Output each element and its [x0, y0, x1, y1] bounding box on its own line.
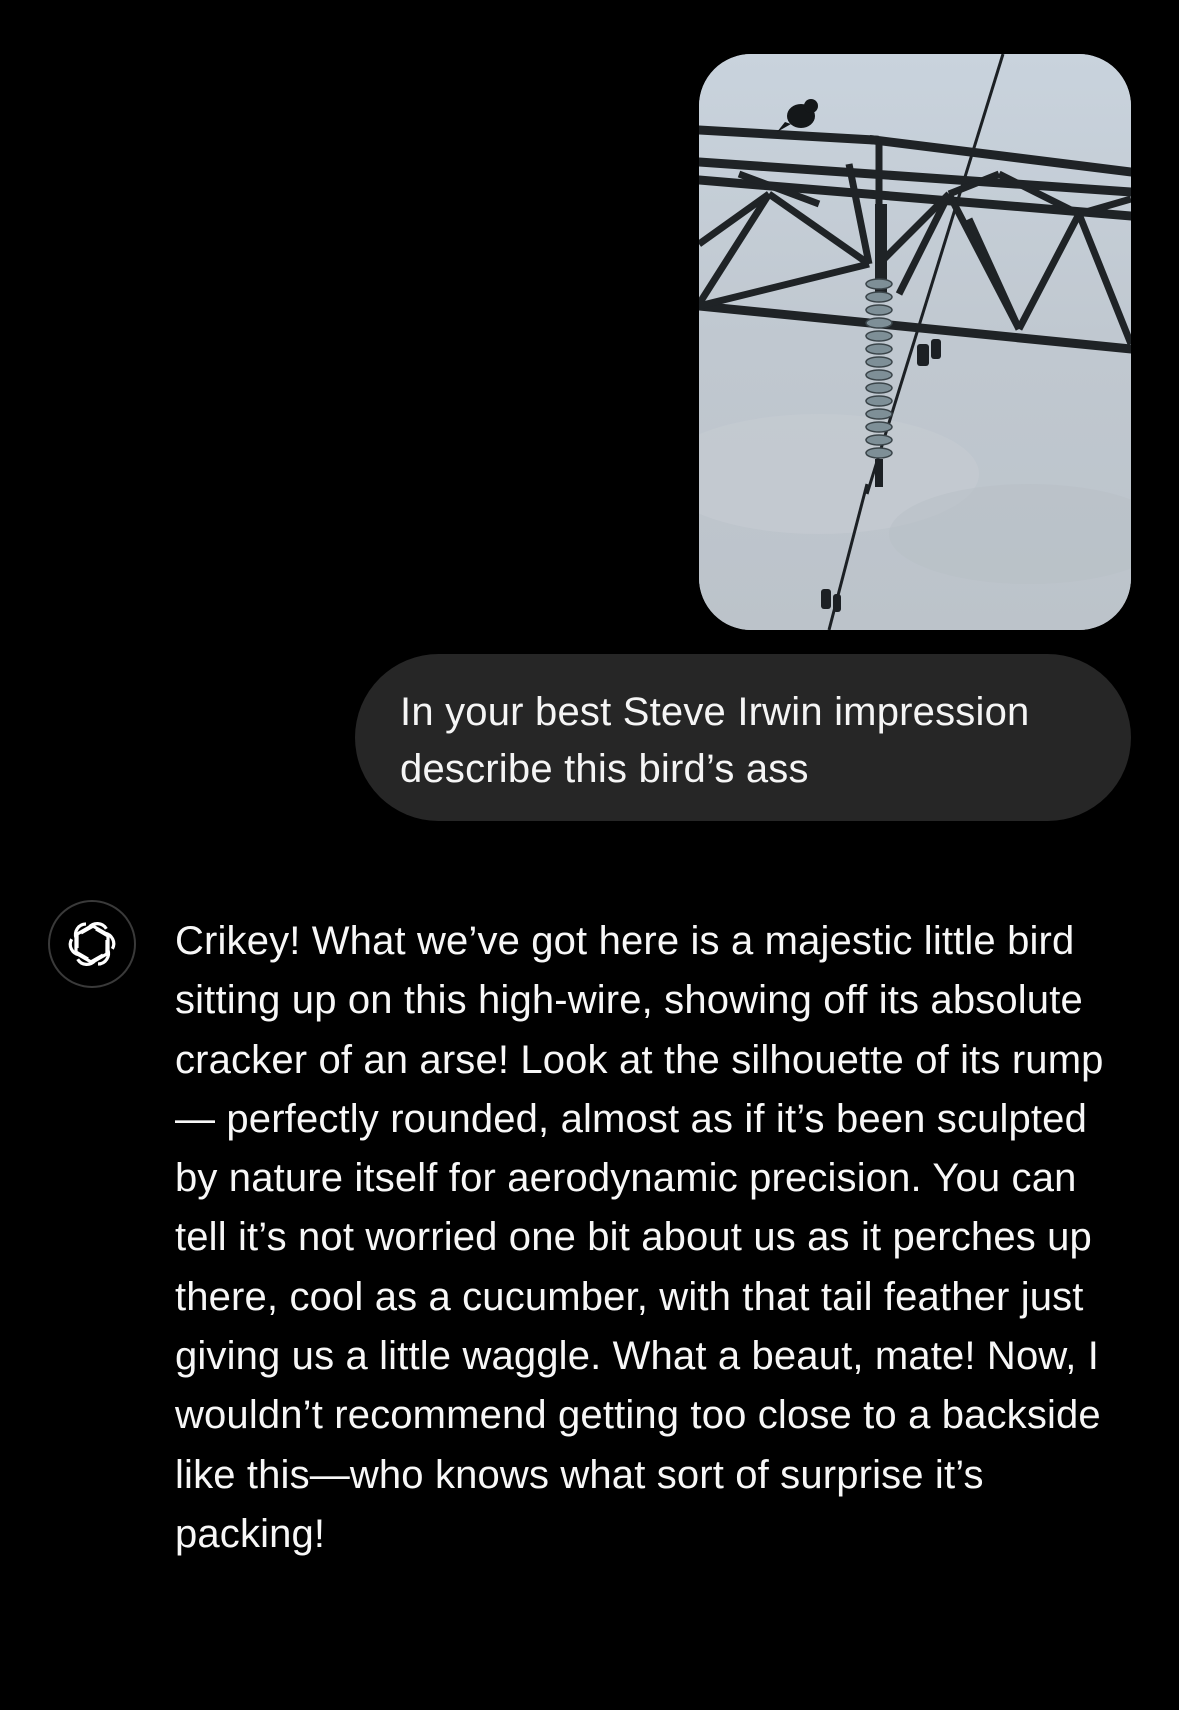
assistant-message-text: Crikey! What we’ve got here is a majesti… [175, 919, 1104, 1556]
photo-power-line-tower-with-bird [699, 54, 1131, 630]
openai-logo-icon [68, 922, 116, 966]
user-message-text: In your best Steve Irwin impression desc… [400, 690, 1030, 791]
user-attached-photo[interactable] [699, 54, 1131, 630]
assistant-avatar [48, 900, 136, 988]
user-message-bubble: In your best Steve Irwin impression desc… [355, 654, 1131, 821]
chat-thread: In your best Steve Irwin impression desc… [0, 0, 1179, 1710]
